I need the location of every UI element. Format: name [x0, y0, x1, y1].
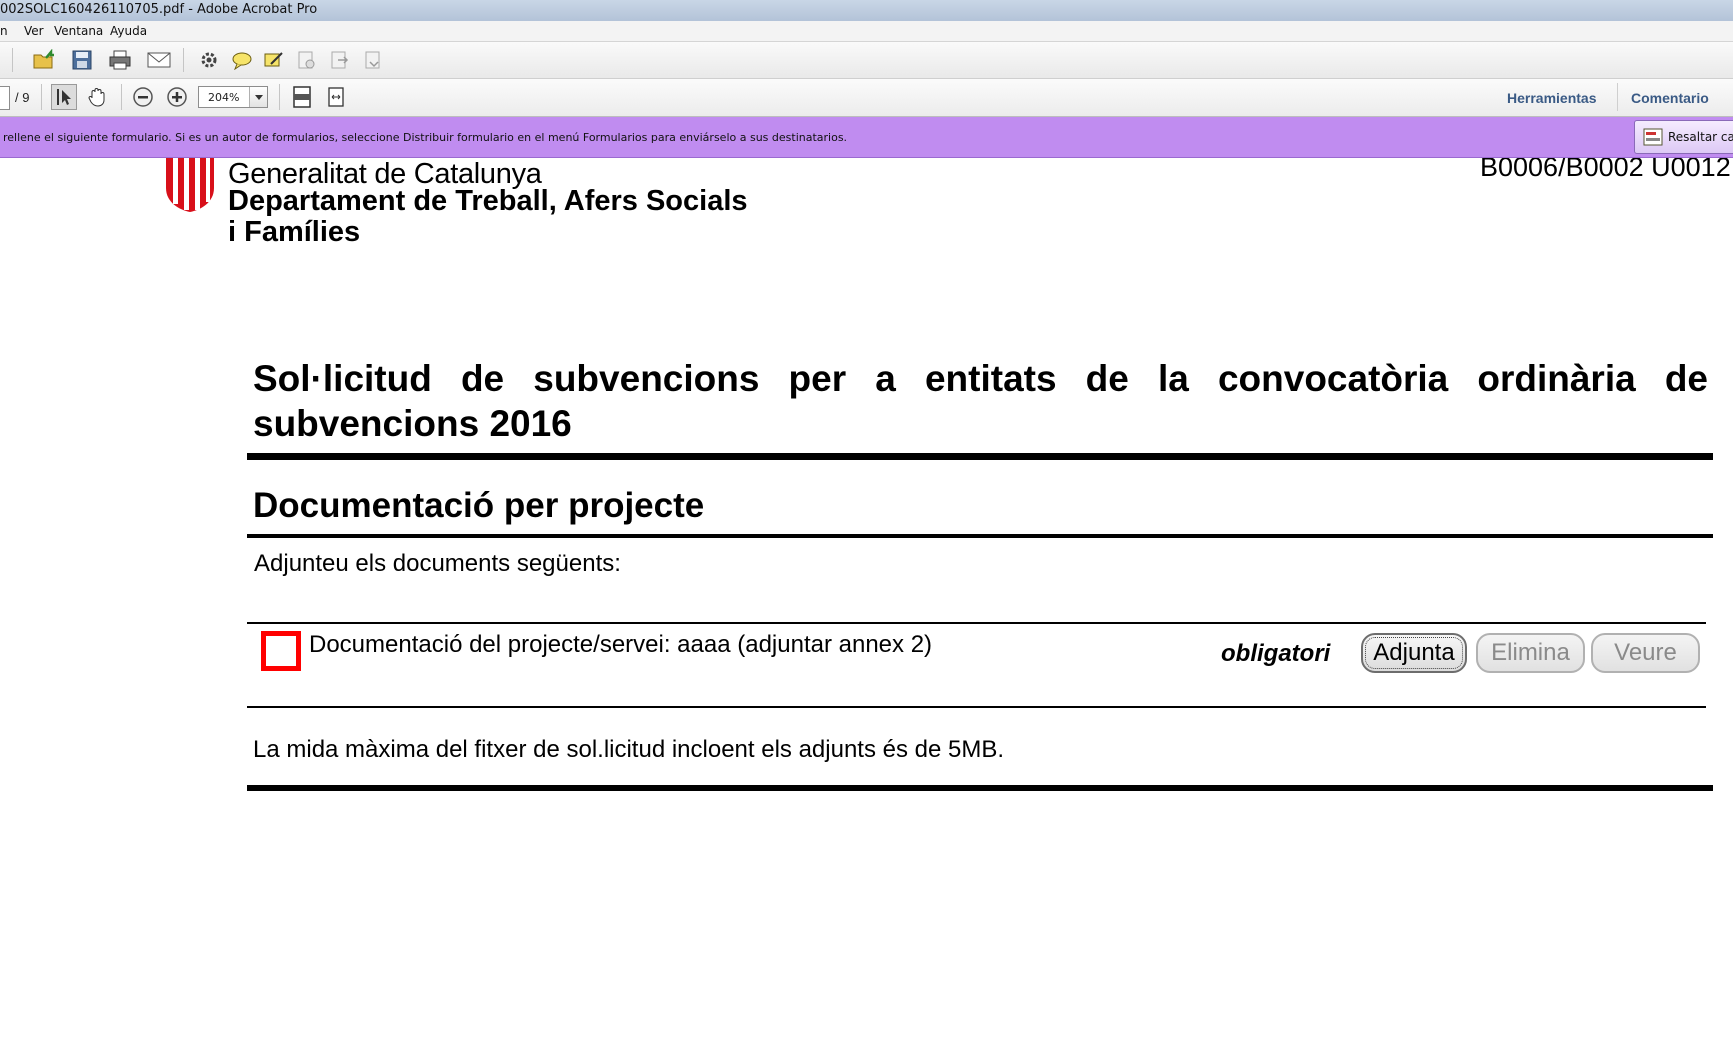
bottom-divider	[247, 785, 1713, 791]
title-divider	[247, 453, 1713, 460]
document-code: B0006/B0002 U0012	[1480, 158, 1731, 182]
required-tag: obligatori	[1221, 640, 1331, 667]
title-bar: 002SOLC160426110705.pdf - Adobe Acrobat …	[0, 0, 1733, 22]
form-info-bar: rellene el siguiente formulario. Si es u…	[0, 117, 1733, 158]
form-icon[interactable]	[293, 47, 319, 73]
page-title: Sol·licitud de subvencions per a entitat…	[253, 358, 1708, 444]
save-icon[interactable]	[69, 47, 95, 73]
form-info-message: rellene el siguiente formulario. Si es u…	[3, 131, 848, 144]
chevron-down-icon[interactable]	[249, 87, 267, 107]
hand-tool-icon[interactable]	[84, 84, 110, 110]
fit-page-icon[interactable]	[289, 84, 315, 110]
delete-button[interactable]: Elimina	[1476, 633, 1585, 673]
zoom-out-icon[interactable]	[130, 84, 156, 110]
open-folder-icon[interactable]	[31, 47, 57, 73]
attach-button[interactable]: Adjunta	[1361, 633, 1467, 673]
main-toolbar	[0, 42, 1733, 79]
comment-pane-button[interactable]: Comentario	[1631, 90, 1709, 106]
toolbar-divider	[183, 48, 184, 72]
department-name-line2: i Famílies	[228, 216, 361, 248]
highlight-fields-label: Resaltar cam	[1668, 130, 1733, 144]
tools-pane-button[interactable]: Herramientas	[1507, 90, 1597, 106]
attachment-row-bottom-divider	[247, 706, 1706, 708]
sign-icon[interactable]	[261, 47, 287, 73]
pane-divider	[1617, 83, 1618, 111]
generalitat-logo	[164, 158, 216, 217]
menu-bar: n Ver Ventana Ayuda	[0, 21, 1733, 42]
attachments-intro: Adjunteu els documents següents:	[254, 550, 621, 577]
attachment-label: Documentació del projecte/servei: aaaa (…	[309, 631, 933, 658]
export-icon[interactable]	[326, 47, 352, 73]
settings-icon[interactable]	[196, 47, 222, 73]
file-size-note: La mida màxima del fitxer de sol.licitud…	[253, 736, 1005, 763]
toolbar-divider	[12, 48, 13, 72]
zoom-level-select[interactable]: 204%	[198, 86, 268, 108]
section-divider	[247, 534, 1713, 538]
toolbar-divider	[279, 84, 280, 110]
window-title: 002SOLC160426110705.pdf - Adobe Acrobat …	[0, 2, 318, 17]
highlight-fields-button[interactable]: Resaltar cam	[1634, 120, 1733, 154]
section-title: Documentació per projecte	[253, 486, 705, 525]
view-button[interactable]: Veure	[1591, 633, 1700, 673]
zoom-in-icon[interactable]	[164, 84, 190, 110]
page-total: / 9	[15, 90, 30, 105]
menu-item-ventana[interactable]: Ventana	[54, 24, 103, 38]
menu-item-edicion[interactable]: n	[0, 24, 8, 38]
print-icon[interactable]	[107, 47, 133, 73]
toolbar-divider	[121, 84, 122, 110]
document-page: Generalitat de Catalunya Departament de …	[0, 158, 1733, 1040]
menu-item-ver[interactable]: Ver	[24, 24, 44, 38]
email-icon[interactable]	[146, 47, 172, 73]
department-name-line1: Departament de Treball, Afers Socials	[228, 185, 748, 217]
attachment-status-checkbox[interactable]	[261, 631, 301, 671]
menu-item-ayuda[interactable]: Ayuda	[110, 24, 147, 38]
comment-icon[interactable]	[229, 47, 255, 73]
share-icon[interactable]	[360, 47, 386, 73]
toolbar-divider	[41, 84, 42, 110]
fit-width-icon[interactable]	[323, 84, 349, 110]
attachment-row-top-divider	[247, 622, 1706, 624]
zoom-level-value: 204%	[208, 91, 240, 104]
highlight-fields-icon	[1643, 128, 1663, 151]
select-tool-icon[interactable]	[51, 84, 77, 110]
page-number-input[interactable]	[0, 86, 10, 110]
